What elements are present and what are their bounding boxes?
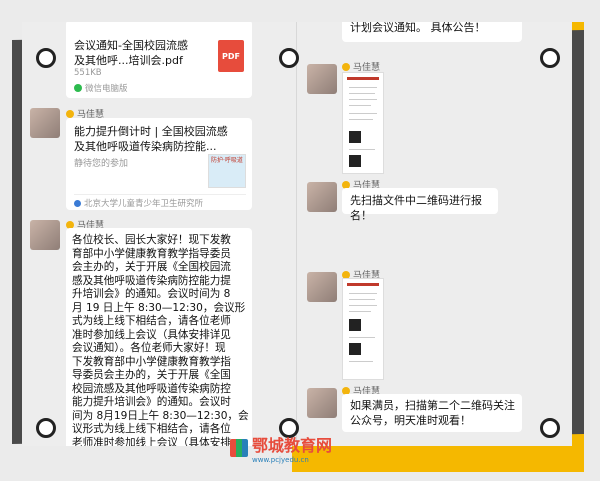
long-text-line: 月 19 日上午 8:30—12:30，会议形 bbox=[72, 301, 246, 314]
watermark: 鄂城教育网 www.pcjyedu.cn bbox=[230, 432, 332, 464]
long-text-line: 议形式为线上线下相结合，请各位 bbox=[72, 423, 231, 435]
pdf-icon: PDF bbox=[218, 40, 244, 72]
long-text-line: 式为线上线下相结合，请各位老师 bbox=[72, 315, 231, 327]
avatar[interactable] bbox=[30, 220, 60, 250]
binder-hole bbox=[540, 48, 560, 68]
wechat-icon bbox=[74, 84, 82, 92]
long-text-line: 各位校长、园长大家好！现下发教 bbox=[72, 234, 231, 246]
long-text-line: 会主办的，关于开展《全国校园流 bbox=[72, 261, 231, 273]
link-desc: 静待您的参加 bbox=[74, 159, 129, 169]
link-title: 能力提升倒计时 | 全国校园流感 及其他呼吸道传染病防控能... bbox=[74, 125, 228, 153]
column-divider bbox=[296, 22, 297, 446]
link-source: 北京大学儿童青少年卫生研究所 bbox=[74, 194, 246, 209]
binder-hole bbox=[540, 418, 560, 438]
link-message[interactable]: 能力提升倒计时 | 全国校园流感 及其他呼吸道传染病防控能... 静待您的参加 … bbox=[66, 118, 252, 210]
avatar[interactable] bbox=[307, 182, 337, 212]
binder-hole bbox=[279, 48, 299, 68]
avatar[interactable] bbox=[307, 64, 337, 94]
qr-code bbox=[349, 343, 361, 355]
long-text-line: 能力提升培训会》的通知。会议时 bbox=[72, 396, 231, 408]
avatar[interactable] bbox=[30, 108, 60, 138]
scan-message[interactable]: 先扫描文件中二维码进行报名！ bbox=[342, 188, 498, 222]
institute-icon bbox=[74, 199, 81, 207]
binder-hole bbox=[36, 418, 56, 438]
full-message[interactable]: 如果满员，扫描第二个二维码关注 公众号，明天准时观看！ bbox=[342, 394, 522, 432]
book-icon bbox=[230, 439, 248, 457]
file-message[interactable]: 会议通知-全国校园流感 及其他呼...培训会.pdf 551KB PDF 微信电… bbox=[66, 22, 252, 98]
long-text-line: 育部中小学健康教育教学指导委员 bbox=[72, 247, 231, 260]
avatar[interactable] bbox=[307, 388, 337, 418]
qr-code bbox=[349, 131, 361, 143]
long-text-line: 导委员会主办的，关于开展《全国 bbox=[72, 369, 231, 381]
file-title: 会议通知-全国校园流感 及其他呼...培训会.pdf bbox=[74, 39, 188, 67]
long-text-line: 校园流感及其他呼吸道传染病防控 bbox=[72, 382, 231, 395]
long-text-line: 下发教育部中小学健康教育教学指 bbox=[72, 355, 231, 368]
partial-message[interactable]: 计划会议通知。 具体公告！ bbox=[342, 22, 522, 42]
link-thumbnail: 防护·呼吸道 bbox=[208, 154, 246, 188]
long-text-line: 会议通知）。各位老师大家好！现 bbox=[72, 342, 226, 354]
file-source: 微信电脑版 bbox=[74, 82, 128, 94]
long-text-message[interactable]: 各位校长、园长大家好！现下发教 育部中小学健康教育教学指导委员 会主办的，关于开展《… bbox=[66, 228, 252, 446]
qr-code bbox=[349, 319, 361, 331]
document-image[interactable] bbox=[342, 278, 384, 380]
long-text-line: 准时参加线上会议（具体安排详见 bbox=[72, 328, 231, 341]
long-text-line: 间为 8月19日上午 8:30—12:30，会 bbox=[72, 409, 249, 422]
long-text-line: 老师准时参加线上会议（具体安排 bbox=[72, 436, 231, 447]
avatar[interactable] bbox=[307, 272, 337, 302]
chat-panel: 会议通知-全国校园流感 及其他呼...培训会.pdf 551KB PDF 微信电… bbox=[22, 22, 572, 446]
sunflower-icon bbox=[66, 109, 74, 118]
long-text: 各位校长、园长大家好！现下发教 育部中小学健康教育教学指导委员 会主办的，关于开展《… bbox=[72, 234, 250, 446]
document-image[interactable] bbox=[342, 72, 384, 174]
long-text-line: 升培训会》的通知。会议时间为 8 bbox=[72, 288, 231, 300]
file-size: 551KB bbox=[74, 68, 102, 78]
binder-hole bbox=[36, 48, 56, 68]
qr-code bbox=[349, 155, 361, 167]
sunflower-icon bbox=[342, 62, 350, 71]
long-text-line: 感及其他呼吸道传染病防控能力提 bbox=[72, 274, 231, 287]
